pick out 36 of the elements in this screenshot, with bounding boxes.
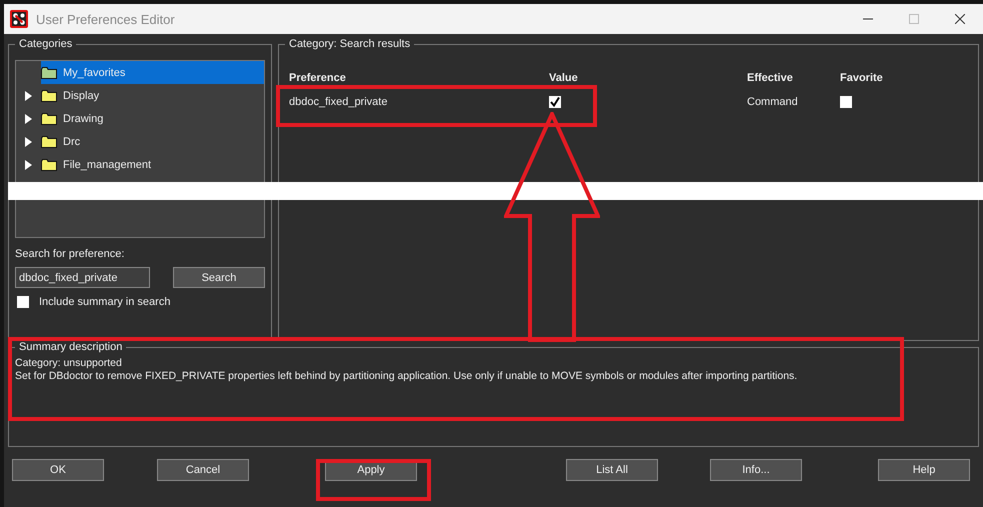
checkbox-label: Include summary in search [39,296,170,308]
column-header: Effective [747,72,794,84]
window-title: User Preferences Editor [36,12,175,26]
list-all-button[interactable]: List All [566,459,658,481]
cancel-button[interactable]: Cancel [157,459,249,481]
search-label: Search for preference: [15,248,126,260]
app-icon [10,10,28,28]
category-value: Search results [340,38,410,50]
tree-item[interactable]: Drc [41,130,264,153]
category-label: Category: [289,38,337,50]
tree-item[interactable]: File_management [41,153,264,176]
group-title: Categories [18,38,74,50]
ok-button[interactable]: OK [12,459,104,481]
summary-text: Category: unsupported [15,357,123,370]
folder-icon [41,136,57,148]
column-header: Value [548,72,579,84]
info-button[interactable]: Info... [710,459,802,481]
search-field[interactable]: dbdoc_fixed_private [15,267,150,288]
folder-icon [41,66,57,78]
value-checkbox[interactable] [549,96,561,108]
folder-icon [41,90,57,102]
help-button[interactable]: Help [878,459,970,481]
summary-text: Set for DBdoctor to remove FIXED_PRIVATE properties left behind by partitioning application. Use only if unable to MOVE symbols or modules after importing partitions. [15,370,798,383]
tree-item[interactable]: Display [41,84,264,107]
folder-icon [41,158,57,170]
tree-item[interactable]: My_favorites [41,61,264,84]
table-cell-text: dbdoc_fixed_private [289,96,388,108]
search-button[interactable]: Search [173,267,265,288]
folder-icon [41,112,57,124]
favorite-checkbox[interactable] [840,96,852,108]
include-summary-checkbox[interactable] [17,296,29,308]
table-cell-text: Command [747,96,799,108]
group-title: Summary description [18,341,124,353]
column-header: Favorite [839,72,884,84]
tree-item[interactable]: Drawing [41,107,264,130]
column-header: Preference [289,72,347,84]
